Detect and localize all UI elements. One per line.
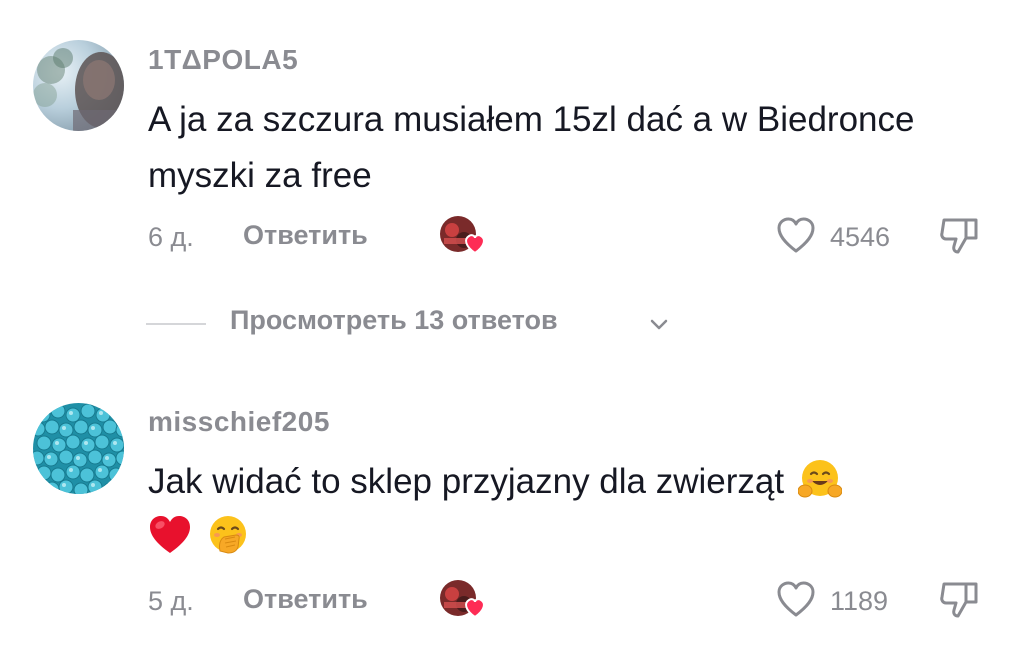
dislike-icon[interactable] (938, 578, 982, 620)
avatar[interactable] (33, 403, 124, 494)
like-count: 1189 (830, 586, 889, 616)
comment-age: 5 д. (148, 586, 194, 616)
avatar-image (33, 403, 124, 494)
red-heart-emoji-icon (148, 513, 192, 557)
face-with-hand-over-mouth-emoji-icon (206, 513, 250, 557)
comment-text: Jak widać to sklep przyjazny dla zwierzą… (148, 454, 988, 566)
comment-username[interactable]: misschief205 (148, 406, 330, 438)
comment-meta: 5 д. Ответить 1189 (148, 580, 998, 622)
smiling-face-with-open-hands-emoji-icon (797, 457, 843, 501)
like-heart-icon[interactable] (776, 580, 816, 618)
creator-liked-icon (438, 576, 490, 622)
comment-text-body: Jak widać to sklep przyjazny dla zwierzą… (148, 462, 785, 501)
comment-item: misschief205 Jak widać to sklep przyjazn… (0, 0, 1024, 659)
reply-button[interactable]: Ответить (243, 584, 368, 615)
